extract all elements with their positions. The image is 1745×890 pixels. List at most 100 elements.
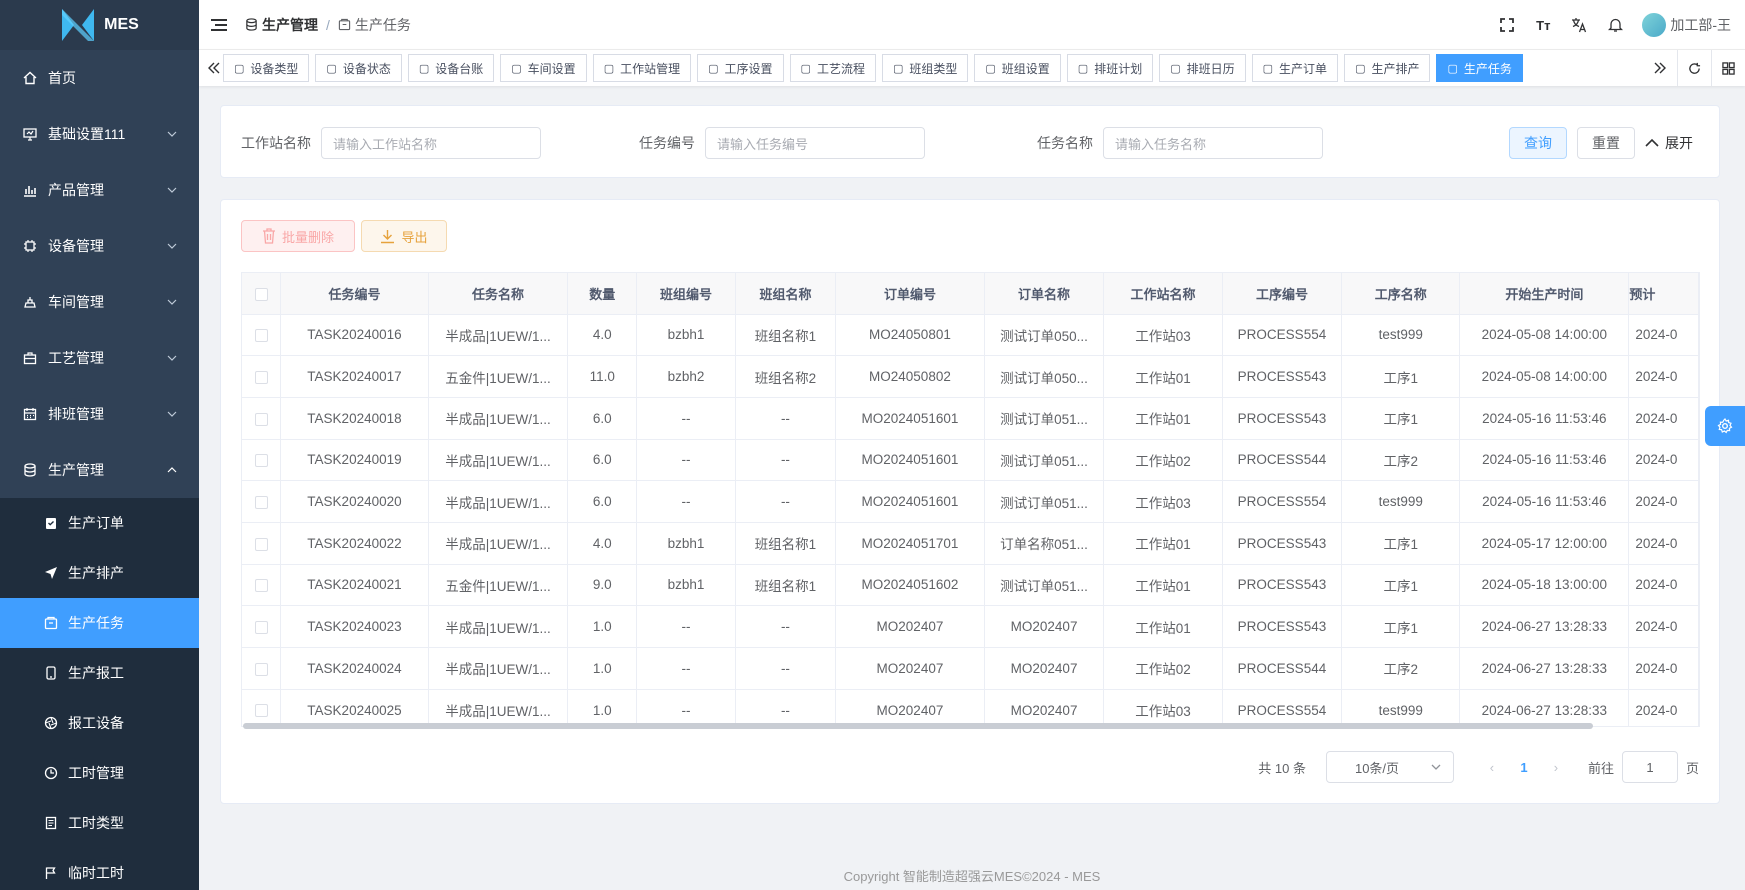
tab-4[interactable]: ▢ 车间设置	[500, 54, 587, 82]
tab-5[interactable]: ▢ 工作站管理	[592, 54, 692, 82]
tab-6[interactable]: ▢ 工序设置	[697, 54, 784, 82]
row-checkbox-cell[interactable]	[242, 314, 282, 357]
pagination: 共 10 条 10条/页 ‹ 1 › 前往 1 页	[1258, 751, 1699, 783]
translate-icon[interactable]	[1570, 16, 1588, 34]
query-button[interactable]: 查询	[1509, 127, 1567, 159]
tags-scroll-right-icon[interactable]	[1643, 50, 1677, 86]
table-row[interactable]: TASK20240019 半成品|1UEW/1... 6.0 -- -- MO202405…	[242, 439, 1699, 482]
tab-7[interactable]: ▢ 工艺流程	[789, 54, 876, 82]
table-row[interactable]: TASK20240025 半成品|1UEW/1... 1.0 -- -- MO202407…	[242, 689, 1699, 726]
tab-12[interactable]: ▢ 生产订单	[1251, 54, 1339, 82]
tab-14[interactable]: ▢ 生产任务	[1436, 54, 1523, 82]
refresh-icon[interactable]	[1677, 50, 1711, 86]
row-checkbox-cell[interactable]	[242, 355, 282, 398]
row-checkbox[interactable]	[254, 370, 268, 384]
task-name-input[interactable]: 请输入任务名称	[1103, 127, 1323, 159]
table-row[interactable]: TASK20240020 半成品|1UEW/1... 6.0 -- -- MO202405…	[242, 480, 1699, 523]
table-cell: MO202407	[984, 605, 1105, 648]
column-header: 工序名称	[1341, 273, 1461, 315]
station-name-label: 工作站名称	[241, 135, 311, 151]
sidebar-subitem-6[interactable]: 工时管理	[0, 748, 199, 798]
grid-menu-icon[interactable]	[1711, 50, 1745, 86]
prev-page-icon[interactable]: ‹	[1478, 760, 1506, 775]
row-checkbox-cell[interactable]	[242, 605, 282, 648]
row-checkbox-cell[interactable]	[242, 564, 282, 607]
table-cell: 2024-05-17 12:00:00	[1459, 522, 1630, 565]
tab-9[interactable]: ▢ 班组设置	[974, 54, 1061, 82]
tab-icon: ▢	[1355, 62, 1366, 75]
sidebar-subitem-5[interactable]: 报工设备	[0, 698, 199, 748]
row-checkbox[interactable]	[254, 621, 268, 635]
sidebar-item-label: 生产管理	[48, 462, 104, 478]
goto-page-input[interactable]: 1	[1621, 751, 1678, 783]
row-checkbox-cell[interactable]	[242, 647, 282, 690]
sidebar-item-8[interactable]: 生产管理	[0, 442, 199, 498]
select-all-checkbox-cell[interactable]	[242, 273, 282, 315]
batch-delete-button[interactable]: 批量删除	[241, 220, 355, 252]
user-menu[interactable]: 加工部-王	[1642, 13, 1731, 37]
sidebar-item-2[interactable]: 基础设置111	[0, 106, 199, 162]
row-checkbox-cell[interactable]	[242, 480, 282, 523]
hamburger-icon[interactable]	[209, 15, 229, 35]
sidebar-item-6[interactable]: 工艺管理	[0, 330, 199, 386]
sidebar-subitem-8[interactable]: 临时工时	[0, 848, 199, 890]
tab-13[interactable]: ▢ 生产排产	[1344, 54, 1431, 82]
table-horizontal-scrollbar[interactable]	[243, 723, 1593, 729]
station-name-input[interactable]: 请输入工作站名称	[321, 127, 541, 159]
tab-10[interactable]: ▢ 排班计划	[1066, 54, 1154, 82]
logo[interactable]: MES	[0, 0, 199, 50]
table-row[interactable]: TASK20240018 半成品|1UEW/1... 6.0 -- -- MO202405…	[242, 397, 1699, 440]
tab-1[interactable]: ▢ 设备类型	[223, 54, 310, 82]
pagination-total: 共 10 条	[1258, 760, 1306, 776]
select-all-checkbox[interactable]	[254, 287, 268, 301]
row-checkbox[interactable]	[254, 537, 268, 551]
task-code-input[interactable]: 请输入任务编号	[705, 127, 925, 159]
table-cell: 班组名称2	[735, 355, 837, 398]
table-row[interactable]: TASK20240021 五金件|1UEW/1... 9.0 bzbh1 班组名称1 MO…	[242, 564, 1699, 607]
sidebar-subitem-7[interactable]: 工时类型	[0, 798, 199, 848]
page-number-1[interactable]: 1	[1506, 760, 1542, 775]
fullscreen-icon[interactable]	[1498, 16, 1516, 34]
table-row[interactable]: TASK20240022 半成品|1UEW/1... 4.0 bzbh1 班组名称1 MO…	[242, 522, 1699, 565]
table-cell: 工序1	[1341, 355, 1461, 398]
tab-8[interactable]: ▢ 班组类型	[881, 54, 969, 82]
row-checkbox-cell[interactable]	[242, 689, 282, 726]
row-checkbox[interactable]	[254, 329, 268, 343]
next-page-icon[interactable]: ›	[1542, 760, 1570, 775]
logo-icon	[60, 7, 96, 43]
sidebar-subitem-3[interactable]: 生产任务	[0, 598, 199, 648]
sidebar-subitem-4[interactable]: 生产报工	[0, 648, 199, 698]
row-checkbox[interactable]	[254, 704, 268, 718]
tab-11[interactable]: ▢ 排班日历	[1159, 54, 1246, 82]
settings-button[interactable]	[1705, 406, 1745, 446]
tab-3[interactable]: ▢ 设备台账	[407, 54, 495, 82]
bell-icon[interactable]	[1606, 16, 1624, 34]
table-cell: 测试订单050...	[984, 355, 1105, 398]
export-button[interactable]: 导出	[361, 220, 447, 252]
row-checkbox[interactable]	[254, 662, 268, 676]
row-checkbox-cell[interactable]	[242, 439, 282, 482]
sidebar-item-7[interactable]: 排班管理	[0, 386, 199, 442]
table-row[interactable]: TASK20240017 五金件|1UEW/1... 11.0 bzbh2 班组名称2 M…	[242, 355, 1699, 398]
tab-2[interactable]: ▢ 设备状态	[315, 54, 402, 82]
sidebar-item-5[interactable]: 车间管理	[0, 274, 199, 330]
breadcrumb-parent[interactable]: 生产管理	[245, 15, 318, 35]
table-row[interactable]: TASK20240016 半成品|1UEW/1... 4.0 bzbh1 班组名称1 MO…	[242, 314, 1699, 357]
row-checkbox[interactable]	[254, 579, 268, 593]
expand-toggle[interactable]: 展开	[1645, 133, 1693, 153]
sidebar-subitem-2[interactable]: 生产排产	[0, 548, 199, 598]
page-size-select[interactable]: 10条/页	[1325, 751, 1454, 783]
row-checkbox[interactable]	[254, 496, 268, 510]
font-size-icon[interactable]: Tт	[1534, 16, 1552, 34]
row-checkbox[interactable]	[254, 454, 268, 468]
row-checkbox[interactable]	[254, 412, 268, 426]
reset-button[interactable]: 重置	[1577, 127, 1635, 159]
sidebar-item-3[interactable]: 产品管理	[0, 162, 199, 218]
sidebar-subitem-1[interactable]: 生产订单	[0, 498, 199, 548]
table-row[interactable]: TASK20240023 半成品|1UEW/1... 1.0 -- -- MO202407…	[242, 605, 1699, 648]
sidebar-item-4[interactable]: 设备管理	[0, 218, 199, 274]
row-checkbox-cell[interactable]	[242, 397, 282, 440]
row-checkbox-cell[interactable]	[242, 522, 282, 565]
sidebar-item-1[interactable]: 首页	[0, 50, 199, 106]
table-row[interactable]: TASK20240024 半成品|1UEW/1... 1.0 -- -- MO202407…	[242, 647, 1699, 690]
